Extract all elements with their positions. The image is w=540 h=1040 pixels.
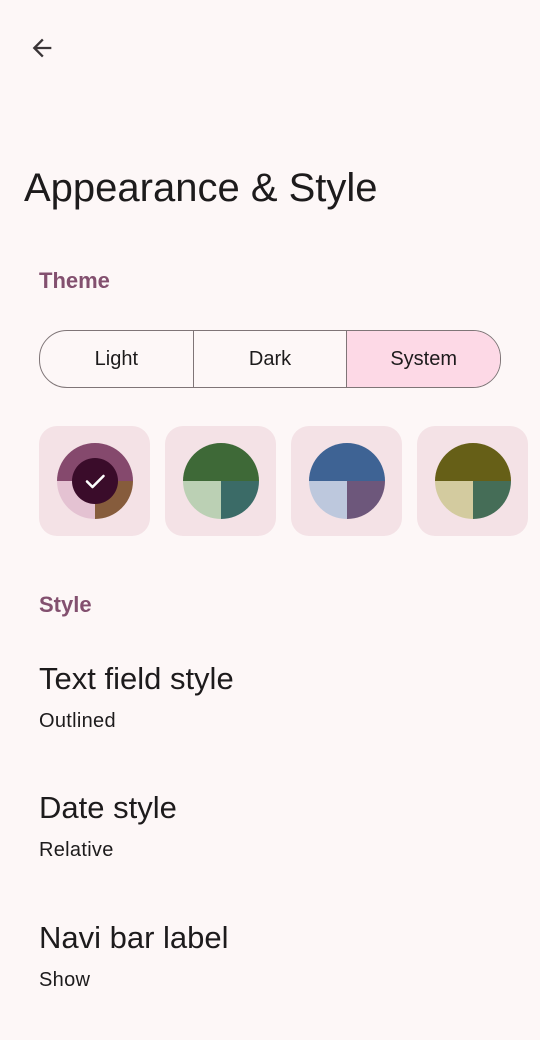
palette-circle-olive — [434, 443, 511, 519]
theme-section-header: Theme — [39, 268, 110, 293]
palette-swatch-olive[interactable] — [417, 426, 528, 536]
theme-option-system[interactable]: System — [346, 331, 500, 387]
palette-circle-green — [182, 443, 259, 519]
theme-option-light[interactable]: Light — [40, 331, 193, 387]
palette-swatch-green[interactable] — [165, 426, 276, 536]
arrow-back-icon — [32, 38, 52, 58]
palette-circle-blue — [308, 443, 385, 519]
palette-swatch-blue[interactable] — [291, 426, 402, 536]
color-palette-list — [39, 426, 540, 536]
palette-swatch-pink[interactable] — [39, 426, 150, 536]
setting-title: Date style — [39, 790, 177, 825]
back-button[interactable] — [22, 28, 62, 68]
setting-navi-bar-label[interactable]: Navi bar label Show — [39, 919, 499, 993]
setting-title: Navi bar label — [39, 920, 229, 955]
setting-text-field-style[interactable]: Text field style Outlined — [39, 660, 499, 734]
setting-date-style[interactable]: Date style Relative — [39, 789, 499, 863]
palette-circle-pink — [56, 443, 133, 519]
setting-value: Show — [39, 969, 91, 991]
theme-option-dark[interactable]: Dark — [192, 331, 347, 387]
setting-value: Outlined — [39, 710, 116, 732]
style-section-header: Style — [39, 592, 92, 617]
setting-title: Text field style — [39, 661, 234, 696]
page-title: Appearance & Style — [24, 166, 378, 210]
theme-segmented-control: Light Dark System — [39, 330, 501, 388]
setting-value: Relative — [39, 839, 114, 861]
